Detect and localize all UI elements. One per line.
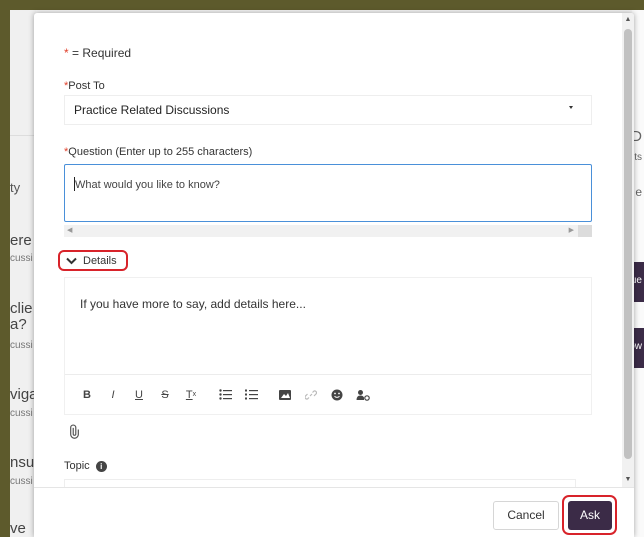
ask-button[interactable]: Ask [568,501,612,530]
bg-fragment: clie [10,300,33,317]
scroll-down-icon[interactable]: ▼ [622,473,634,487]
italic-button[interactable]: I [101,383,125,407]
scroll-left-icon[interactable]: ◀ [67,225,72,237]
scroll-up-icon[interactable]: ▲ [622,13,634,27]
underline-button[interactable]: U [127,383,151,407]
paperclip-icon [70,424,79,439]
scrollbar-corner [578,225,592,237]
numbered-list-button[interactable] [239,383,263,407]
horizontal-scrollbar[interactable]: ◀ ▶ [64,225,592,237]
bg-fragment: e [635,185,642,199]
topic-label: Topic i [64,460,107,472]
bg-fragment: ve [10,520,26,537]
background-divider [10,135,36,136]
scroll-thumb[interactable] [624,29,632,459]
bullet-list-button[interactable] [213,383,237,407]
image-icon [279,389,291,400]
bg-fragment: ts [634,152,642,163]
vertical-scrollbar[interactable]: ▲ ▼ [622,13,634,487]
bold-button[interactable]: B [75,383,99,407]
question-input[interactable]: What would you like to know? [64,164,592,222]
clear-format-button[interactable]: Tx [179,383,203,407]
details-label: Details [83,254,117,267]
mention-button[interactable] [351,383,375,407]
attachment-icon[interactable] [64,422,86,444]
emoji-icon [331,389,343,400]
cancel-button[interactable]: Cancel [493,501,559,530]
bullet-list-icon [218,389,232,400]
bg-fragment: nsu [10,454,35,471]
link-icon [305,389,317,400]
insert-image-button[interactable] [273,383,297,407]
post-to-select[interactable]: Practice Related Discussions [64,95,592,125]
bg-fragment: a? [10,316,27,333]
emoji-button[interactable] [325,383,349,407]
details-toggle[interactable]: Details [58,250,128,271]
insert-link-button[interactable] [299,383,323,407]
question-placeholder: What would you like to know? [75,179,220,191]
strikethrough-button[interactable]: S [153,383,177,407]
details-placeholder: If you have more to say, add details her… [80,297,306,311]
info-icon[interactable]: i [95,460,107,472]
scroll-right-icon[interactable]: ▶ [569,225,574,237]
ask-question-modal: * = Required *Post To Practice Related D… [34,13,634,537]
bg-fragment: cussi [10,476,33,487]
dropdown-caret-icon [569,106,573,109]
chevron-down-icon [66,257,77,264]
bg-fragment: ty [10,180,21,195]
required-note: * = Required [64,46,132,60]
bg-fragment: cussi [10,253,33,264]
details-editor[interactable]: If you have more to say, add details her… [64,277,592,415]
bg-fragment: cussi [10,340,33,351]
post-to-value: Practice Related Discussions [74,103,230,117]
bg-fragment: ere [10,232,32,249]
post-to-label: *Post To [64,80,105,92]
editor-toolbar: B I U S Tx [65,374,591,414]
modal-footer: Cancel Ask [34,487,634,537]
mention-icon [356,389,370,401]
bg-fragment: cussi [10,408,33,419]
question-label: *Question (Enter up to 255 characters) [64,146,253,158]
numbered-list-icon [244,389,258,400]
